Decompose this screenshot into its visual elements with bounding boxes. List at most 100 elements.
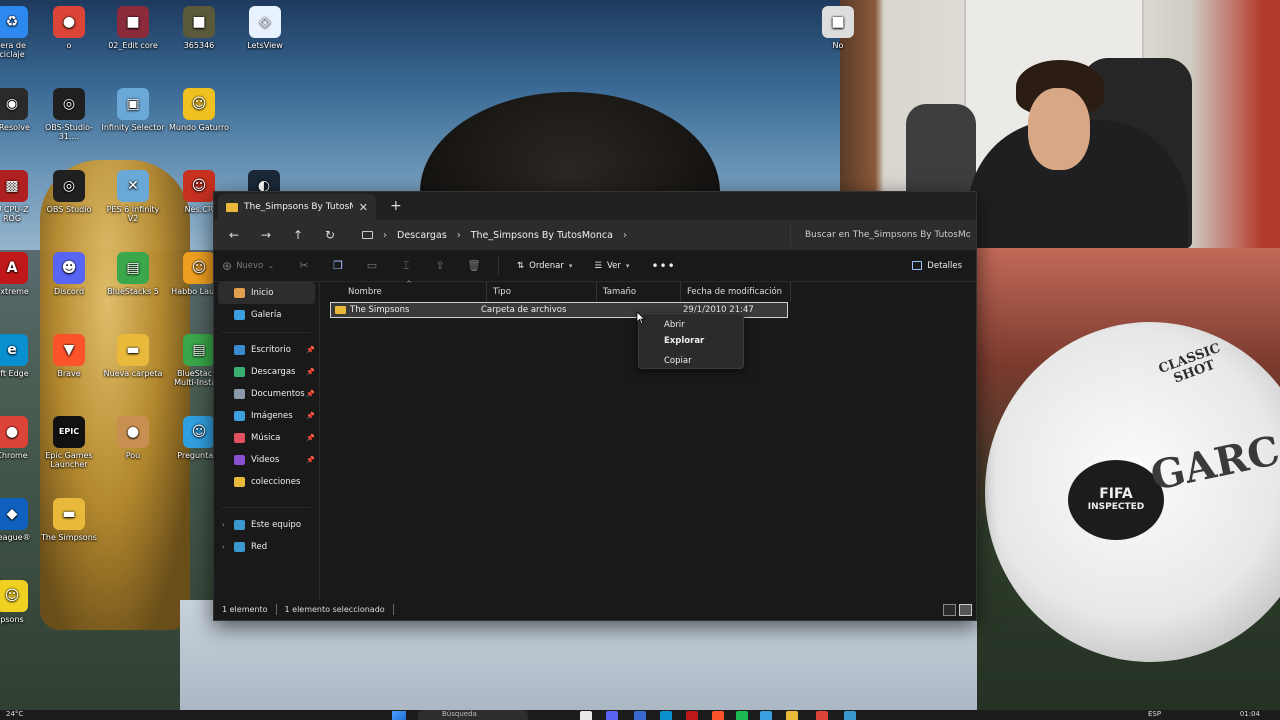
app-taskbar-icon-3[interactable]	[760, 711, 772, 720]
desktop-icon-label: o	[66, 41, 72, 50]
copy-icon[interactable]: ❐	[324, 254, 352, 278]
column-header-name[interactable]: Nombre	[342, 282, 487, 302]
brave-taskbar-icon[interactable]	[712, 711, 724, 720]
desktop-icon-epic-games-launcher[interactable]: EPIC Epic Games Launcher	[37, 416, 101, 469]
column-header-type[interactable]: Tipo	[487, 282, 597, 302]
desktop-icon-o[interactable]: ● o	[37, 6, 101, 50]
context-explore[interactable]: Explorar	[639, 333, 743, 349]
column-header-size[interactable]: Tamaño	[597, 282, 681, 302]
spotify-taskbar-icon[interactable]	[736, 711, 748, 720]
close-icon[interactable]: ✕	[359, 201, 368, 214]
windows-start-icon[interactable]	[392, 711, 406, 720]
desktop-icon-brave[interactable]: ▼ Brave	[37, 334, 101, 378]
sidebar-item-label: Documentos	[251, 389, 305, 399]
sidebar-item-descargas[interactable]: Descargas 📌	[214, 361, 319, 383]
file-explorer-window[interactable]: The_Simpsons By TutosMonca ✕ + ← → ↑ ↻ ›…	[213, 191, 977, 621]
new-tab-button[interactable]: +	[390, 198, 402, 214]
desktop-icon-letsview[interactable]: ◇ LetsView	[233, 6, 297, 50]
desktop-icon-nueva-carpeta[interactable]: ▬ Nueva carpeta	[101, 334, 165, 378]
desktop-icon-the-simpsons[interactable]: ▬ The Simpsons	[37, 498, 101, 542]
file-explorer-taskbar-icon[interactable]	[786, 711, 798, 720]
folder-icon	[335, 306, 346, 314]
new-button-label: Nuevo	[236, 260, 264, 271]
language-indicator[interactable]: ESP	[1148, 710, 1161, 718]
app-taskbar-icon-4[interactable]	[844, 711, 856, 720]
desktop-icon-mundo-gaturro[interactable]: ☺ Mundo Gaturro	[167, 88, 231, 132]
desktop-icon-label: PES 6 Infinity V2	[106, 205, 160, 224]
chevron-right-icon[interactable]: ›	[222, 543, 225, 551]
app-taskbar-icon[interactable]	[634, 711, 646, 720]
rename-icon[interactable]: ⌶	[392, 254, 420, 278]
sidebar-item-documentos[interactable]: Documentos 📌	[214, 383, 319, 405]
discord-taskbar-icon[interactable]	[606, 711, 618, 720]
chevron-right-icon[interactable]: ›	[222, 521, 225, 529]
desktop-icon-bluestacks-5[interactable]: ▤ BlueStacks 5	[101, 252, 165, 296]
sidebar-item-escritorio[interactable]: Escritorio 📌	[214, 339, 319, 361]
pin-icon: 📌	[306, 368, 315, 376]
desktop-icon-simpsons[interactable]: ☺ psons	[0, 580, 44, 624]
column-headers: ^ Nombre Tipo Tamaño Fecha de modificaci…	[320, 280, 976, 302]
paste-icon[interactable]: ▭	[358, 254, 386, 278]
desktop-icon-label: LetsView	[247, 41, 283, 50]
sidebar-item-galeria[interactable]: Galería	[214, 304, 319, 326]
clock[interactable]: 01:04	[1240, 710, 1260, 718]
desktop-icon-02-edit-core[interactable]: ■ 02_Edit core	[101, 6, 165, 50]
desktop-icon-label: Discord	[53, 287, 85, 296]
sidebar-item-label: Escritorio	[251, 345, 291, 355]
edge-taskbar-icon[interactable]	[660, 711, 672, 720]
sidebar-item-musica[interactable]: Música 📌	[214, 427, 319, 449]
desktop-icon-discord[interactable]: ☻ Discord	[37, 252, 101, 296]
details-pane-button[interactable]: Detalles	[912, 261, 968, 271]
share-icon[interactable]: ⇪	[426, 254, 454, 278]
sidebar-item-colecciones[interactable]: colecciones	[214, 471, 319, 493]
chrome-taskbar-icon[interactable]	[816, 711, 828, 720]
desktop-icon-365346[interactable]: ■ 365346	[167, 6, 231, 50]
task-view-icon[interactable]	[580, 711, 592, 720]
tab-the-simpsons[interactable]: The_Simpsons By TutosMonca ✕	[218, 194, 376, 220]
app-icon: ◎	[53, 88, 85, 120]
delete-icon[interactable]: 🗑	[460, 254, 488, 278]
desktop-icon-pou[interactable]: ● Pou	[101, 416, 165, 460]
app-icon: ▣	[117, 88, 149, 120]
desktop-icon-obs-studio-31[interactable]: ◎ OBS-Studio-31....	[37, 88, 101, 141]
column-header-modified[interactable]: Fecha de modificación	[681, 282, 791, 302]
taskbar-search[interactable]: Búsqueda	[418, 710, 528, 720]
context-open[interactable]: Abrir	[639, 317, 743, 333]
search-input[interactable]: Buscar en The_Simpsons By TutosMonca	[790, 224, 970, 246]
forward-button[interactable]: →	[252, 224, 280, 246]
breadcrumb-descargas[interactable]: Descargas	[397, 230, 447, 241]
back-button[interactable]: ←	[220, 224, 248, 246]
sidebar-item-este-equipo[interactable]: › Este equipo	[214, 514, 319, 536]
breadcrumb-current[interactable]: The_Simpsons By TutosMonca	[471, 230, 613, 241]
app-taskbar-icon-2[interactable]	[686, 711, 698, 720]
desktop-icon-obs-studio[interactable]: ◎ OBS Studio	[37, 170, 101, 214]
desktop-icon-pes-6-infinity-v2[interactable]: ✕ PES 6 Infinity V2	[101, 170, 165, 223]
folder-icon	[234, 389, 245, 399]
context-copy[interactable]: Copiar	[639, 353, 743, 369]
refresh-button[interactable]: ↻	[316, 224, 344, 246]
cut-icon[interactable]: ✂	[290, 254, 318, 278]
tiles-view-toggle[interactable]	[959, 604, 972, 616]
sidebar-item-imagenes[interactable]: Imágenes 📌	[214, 405, 319, 427]
new-button[interactable]: ⊕ Nuevo ⌄	[222, 259, 284, 273]
sidebar-item-red[interactable]: › Red	[214, 536, 319, 558]
desktop-icon-no[interactable]: ■ No	[806, 6, 870, 50]
app-icon: ■	[822, 6, 854, 38]
sidebar-item-inicio[interactable]: Inicio	[218, 282, 315, 304]
item-count: 1 elemento	[222, 604, 268, 614]
details-view-toggle[interactable]	[943, 604, 956, 616]
mouse-cursor-icon	[636, 311, 646, 325]
desktop-icon-infinity-selector[interactable]: ▣ Infinity Selector	[101, 88, 165, 132]
chevron-right-icon[interactable]: ›	[623, 230, 627, 241]
app-icon: ♻	[0, 6, 28, 38]
app-icon: ◎	[53, 170, 85, 202]
app-icon: ▤	[117, 252, 149, 284]
more-options-button[interactable]: •••	[643, 259, 683, 273]
address-bar[interactable]: › Descargas › The_Simpsons By TutosMonca…	[356, 224, 786, 246]
weather-widget[interactable]: 24°C	[6, 710, 23, 718]
sidebar-item-label: Galería	[251, 310, 282, 320]
sidebar-item-videos[interactable]: Videos 📌	[214, 449, 319, 471]
sort-button[interactable]: ⇅ Ordenar ▾	[509, 261, 580, 271]
up-button[interactable]: ↑	[284, 224, 312, 246]
view-button[interactable]: ☰ Ver ▾	[586, 261, 637, 271]
